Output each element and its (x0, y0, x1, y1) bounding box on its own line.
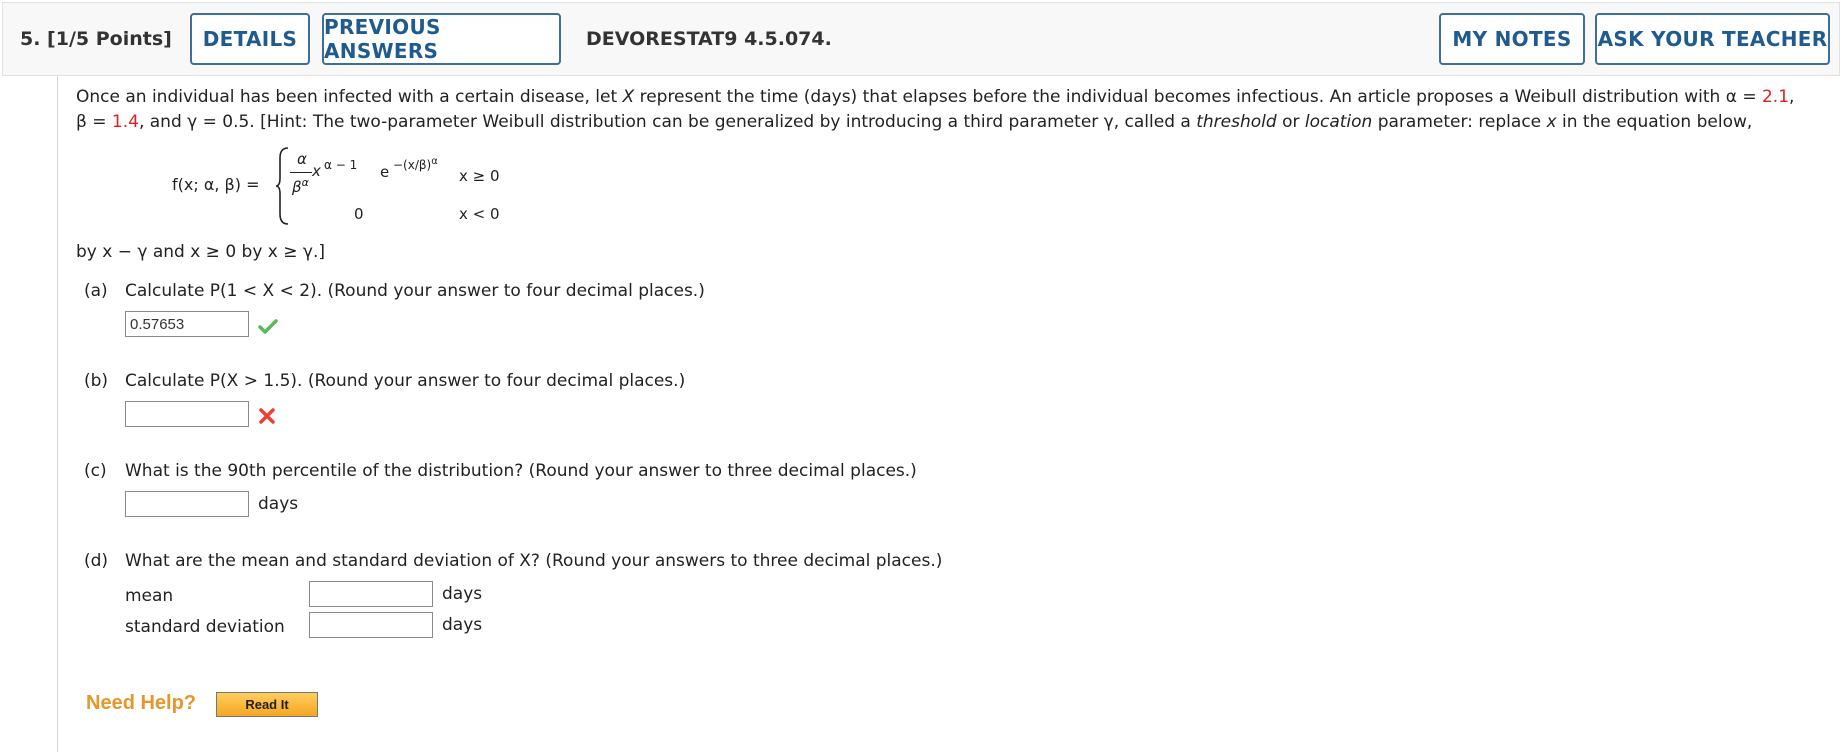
mean-answer-input[interactable] (309, 581, 433, 607)
formula-condition-1: x ≥ 0 (459, 167, 500, 185)
check-icon (258, 319, 278, 334)
sd-answer-input[interactable] (309, 612, 433, 638)
sd-label: standard deviation (125, 617, 285, 637)
part-b-answer-input[interactable] (125, 401, 249, 427)
intro-text: parameter: replace (1372, 112, 1547, 132)
formula-condition-2: x < 0 (459, 205, 500, 223)
intro-text: or (1276, 112, 1305, 132)
intro-text: Once an individual has been infected wit… (76, 87, 623, 107)
beta-value: 1.4 (111, 112, 139, 132)
read-it-button[interactable]: Read It (216, 692, 318, 717)
need-help-label: Need Help? (86, 692, 197, 714)
variable-x: x (1546, 112, 1557, 132)
mean-label: mean (125, 586, 174, 606)
alpha-value: 2.1 (1761, 87, 1790, 107)
part-a-label: (a) (84, 281, 108, 301)
formula-x: x (312, 162, 321, 180)
formula-lhs: f(x; α, β) = (172, 175, 260, 194)
mean-unit: days (442, 584, 483, 604)
intro-text: , and γ = 0.5. [Hint: The two-parameter … (138, 112, 1197, 132)
part-d-question: What are the mean and standard deviation… (125, 551, 943, 571)
formula-exponent-1: α − 1 (324, 158, 358, 172)
x-icon (259, 408, 275, 424)
intro-text: represent the time (days) that elapses b… (634, 87, 1726, 107)
alpha-label: α = (1725, 87, 1762, 107)
exponent-alpha: α (431, 156, 438, 167)
formula-numerator: α (297, 150, 307, 168)
formula-denominator: βα (292, 176, 309, 196)
exponent-base: −(x/β) (393, 158, 432, 172)
formula-zero: 0 (354, 205, 364, 223)
sd-unit: days (442, 615, 483, 635)
intro-text: in the equation below, (1556, 112, 1753, 132)
part-d-label: (d) (84, 551, 109, 571)
part-a-question: Calculate P(1 < X < 2). (Round your answ… (125, 281, 705, 301)
problem-content: Once an individual has been infected wit… (0, 0, 1843, 752)
part-c-question: What is the 90th percentile of the distr… (125, 461, 917, 481)
denominator-base: β (292, 178, 302, 196)
hint-end: by x − γ and x ≥ 0 by x ≥ γ.] (76, 242, 326, 262)
fraction-bar (290, 172, 312, 173)
part-a-answer-input[interactable] (125, 311, 249, 337)
part-b-question: Calculate P(X > 1.5). (Round your answer… (125, 371, 686, 391)
location-term: location (1304, 112, 1373, 132)
part-c-answer-input[interactable] (125, 491, 249, 517)
variable-X: X (622, 87, 635, 107)
formula-exponent-2: −(x/β)α (393, 156, 438, 172)
part-c-label: (c) (84, 461, 107, 481)
part-b-label: (b) (84, 371, 109, 391)
threshold-term: threshold (1196, 112, 1277, 132)
part-c-unit: days (258, 494, 299, 514)
formula-e: e (380, 163, 390, 181)
left-brace-icon (275, 147, 289, 225)
denominator-exponent: α (301, 176, 309, 189)
problem-statement: Once an individual has been infected wit… (76, 85, 1806, 135)
